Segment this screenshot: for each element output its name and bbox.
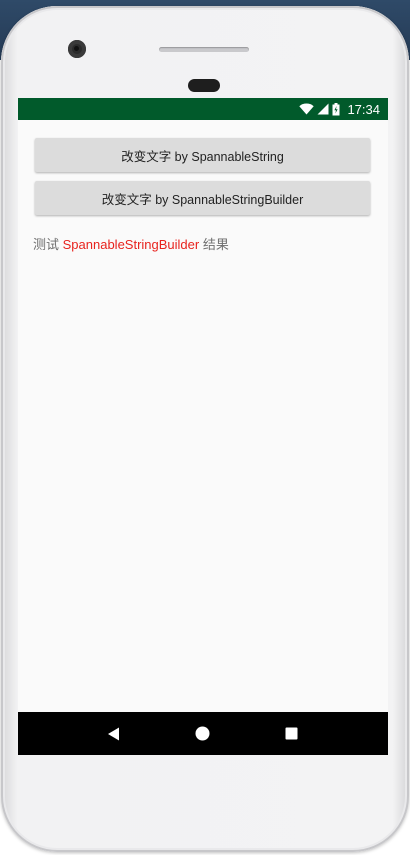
recents-icon[interactable] bbox=[281, 723, 303, 745]
result-prefix: 测试 bbox=[33, 237, 63, 252]
status-bar: 17:34 bbox=[18, 98, 388, 120]
back-icon[interactable] bbox=[103, 723, 125, 745]
signal-icon bbox=[317, 103, 329, 115]
wifi-icon bbox=[299, 103, 315, 115]
battery-icon bbox=[332, 102, 340, 116]
earpiece-speaker bbox=[159, 47, 249, 52]
change-text-spannablestring-button[interactable]: 改变文字 by SpannableString bbox=[35, 138, 370, 172]
front-camera bbox=[68, 40, 86, 58]
result-text: 测试 SpannableStringBuilder 结果 bbox=[33, 234, 229, 253]
change-text-spannablestringbuilder-button[interactable]: 改变文字 by SpannableStringBuilder bbox=[35, 181, 370, 215]
result-highlight: SpannableStringBuilder bbox=[62, 237, 200, 252]
device-screen: 17:34 改变文字 by SpannableString 改变文字 by Sp… bbox=[18, 98, 388, 755]
result-suffix: 结果 bbox=[199, 237, 229, 252]
status-time: 17:34 bbox=[347, 101, 380, 117]
home-icon[interactable] bbox=[192, 723, 214, 745]
navigation-bar bbox=[18, 712, 388, 755]
proximity-sensor bbox=[188, 79, 220, 92]
